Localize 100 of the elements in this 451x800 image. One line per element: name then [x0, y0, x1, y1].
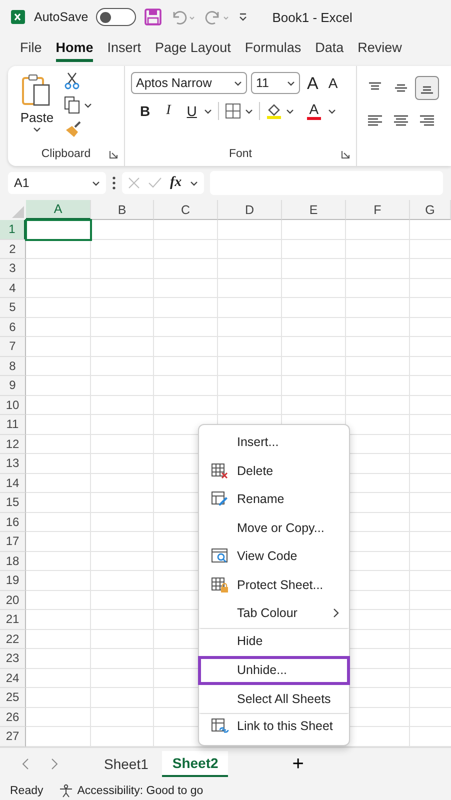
format-painter-icon[interactable]	[64, 120, 82, 138]
dropdown-icon	[286, 108, 294, 114]
ribbon-tab[interactable]: Page Layout	[155, 36, 231, 62]
ribbon-tab[interactable]: Formulas	[244, 36, 302, 62]
row-header[interactable]: 11	[0, 415, 26, 434]
menu-item[interactable]: Move or Copy...	[198, 514, 350, 542]
sheet-tab[interactable]: Sheet1	[94, 751, 158, 777]
bold-button[interactable]: B	[137, 104, 154, 118]
row-header[interactable]: 19	[0, 571, 26, 590]
menu-item[interactable]: View Code	[198, 542, 350, 570]
row-header[interactable]: 6	[0, 318, 26, 337]
accessibility-status[interactable]: Accessibility: Good to go	[77, 785, 204, 797]
row-header[interactable]: 8	[0, 356, 26, 376]
dropdown-icon	[244, 108, 253, 114]
row-header[interactable]: 27	[0, 727, 26, 746]
dropdown-icon	[287, 80, 295, 86]
row-header[interactable]: 21	[0, 610, 26, 630]
column-header[interactable]: A	[26, 200, 91, 220]
row-header[interactable]: 2	[0, 240, 26, 259]
dropdown-icon	[84, 102, 92, 108]
next-sheet-icon[interactable]	[50, 758, 58, 770]
ribbon-tab[interactable]: Data	[315, 36, 344, 62]
excel-logo-icon	[10, 9, 26, 25]
dropdown-icon	[33, 127, 41, 132]
redo-icon[interactable]	[204, 9, 230, 25]
check-icon[interactable]	[148, 177, 162, 189]
row-header[interactable]: 23	[0, 649, 26, 668]
cut-icon[interactable]	[64, 72, 80, 90]
row-header[interactable]: 13	[0, 454, 26, 474]
row-header[interactable]: 12	[0, 434, 26, 454]
autosave-label: AutoSave	[34, 10, 88, 24]
row-header[interactable]: 15	[0, 493, 26, 512]
dropdown-icon	[234, 80, 242, 86]
group-label: Clipboard	[41, 148, 91, 160]
status-text: Ready	[10, 785, 44, 797]
menu-item[interactable]: Delete	[198, 456, 350, 485]
dropdown-icon	[204, 108, 212, 114]
row-header[interactable]: 26	[0, 708, 26, 727]
row-header[interactable]: 22	[0, 630, 26, 649]
grow-font-button[interactable]: A	[304, 74, 322, 92]
menu-item[interactable]: Protect Sheet...	[198, 570, 350, 599]
borders-icon[interactable]	[224, 103, 241, 119]
italic-button[interactable]: I	[163, 104, 174, 118]
active-cell[interactable]	[25, 219, 92, 240]
menu-item[interactable]: Tab Colour	[198, 599, 350, 628]
dialog-launcher-icon[interactable]	[109, 150, 118, 158]
row-header[interactable]: 9	[0, 376, 26, 396]
ribbon-tab[interactable]: Review	[358, 36, 402, 62]
font-name-field[interactable]: Aptos Narrow	[131, 72, 247, 94]
rename-icon	[211, 491, 229, 508]
save-icon[interactable]	[144, 8, 162, 26]
font-color-button[interactable]: A	[304, 102, 324, 120]
name-box[interactable]: A1	[8, 172, 106, 194]
menu-item[interactable]: Link to this Sheet	[198, 713, 350, 742]
customize-icon[interactable]	[238, 12, 248, 22]
row-header[interactable]: 5	[0, 298, 26, 318]
row-header[interactable]: 10	[0, 396, 26, 415]
row-header[interactable]: 14	[0, 474, 26, 493]
protect-sheet-icon	[211, 576, 229, 593]
row-header[interactable]: 24	[0, 668, 26, 688]
ribbon-tab[interactable]: File	[20, 36, 42, 62]
row-header[interactable]: 7	[0, 337, 26, 356]
menu-item[interactable]: Insert...	[198, 428, 350, 456]
menu-item[interactable]: Hide	[198, 628, 350, 656]
copy-icon[interactable]	[64, 96, 80, 114]
align-bottom-icon[interactable]	[415, 76, 439, 100]
accessibility-icon[interactable]	[59, 784, 74, 798]
paste-button[interactable]: Paste	[14, 72, 60, 146]
dropdown-icon	[328, 108, 336, 114]
dialog-launcher-icon[interactable]	[341, 150, 350, 158]
delete-table-icon	[211, 462, 229, 479]
underline-button[interactable]: U	[184, 104, 200, 118]
view-code-icon	[211, 548, 229, 564]
autosave-toggle[interactable]	[96, 8, 136, 26]
row-header[interactable]: 3	[0, 259, 26, 278]
row-header[interactable]: 16	[0, 512, 26, 532]
ribbon-tab[interactable]: Home	[56, 36, 94, 62]
previous-sheet-icon[interactable]	[22, 758, 30, 770]
shrink-font-button[interactable]: A	[325, 76, 341, 90]
add-sheet-button[interactable]: +	[288, 752, 308, 776]
link-sheet-icon	[211, 718, 229, 734]
row-header[interactable]: 4	[0, 278, 26, 298]
row-header[interactable]: 1	[0, 220, 26, 240]
row-header[interactable]: 20	[0, 590, 26, 610]
fill-color-icon[interactable]	[266, 102, 282, 120]
dropdown-icon	[92, 180, 100, 186]
dropdown-icon	[190, 180, 198, 186]
insert-function-button[interactable]: fx	[170, 175, 182, 191]
menu-item[interactable]: Unhide...	[198, 656, 350, 684]
row-header[interactable]: 25	[0, 688, 26, 708]
window-title: Book1 - Excel	[272, 10, 352, 24]
sheet-tab[interactable]: Sheet2	[162, 751, 228, 777]
menu-item[interactable]: Select All Sheets	[198, 684, 350, 713]
row-header[interactable]: 18	[0, 552, 26, 571]
group-label: Font	[228, 148, 252, 160]
more-icon	[112, 176, 116, 190]
font-size-field[interactable]: 11	[251, 72, 300, 94]
ribbon-tab[interactable]: Insert	[107, 36, 142, 62]
menu-item[interactable]: Rename	[198, 485, 350, 514]
row-header[interactable]: 17	[0, 532, 26, 552]
